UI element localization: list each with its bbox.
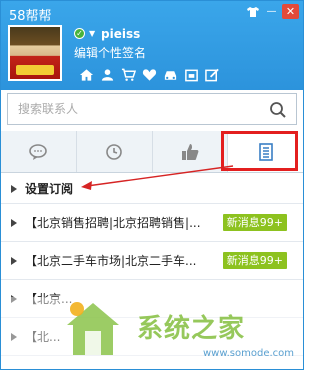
list-item[interactable]: 【北京二手车市场|北京二手车... 新消息99+ <box>1 242 303 280</box>
search-input[interactable] <box>18 99 258 119</box>
expand-caret-icon[interactable] <box>11 256 17 265</box>
home-icon[interactable] <box>77 67 95 83</box>
username: pieiss <box>101 27 141 41</box>
window-controls: — ✕ <box>244 4 299 19</box>
thumbs-up-icon <box>181 143 199 160</box>
watermark-text: 系统之家 <box>137 314 246 344</box>
car-icon[interactable] <box>161 67 179 83</box>
tab-favorites[interactable] <box>153 131 229 172</box>
list-item-label: 【北京销售招聘|北京招聘销售|... <box>25 216 201 230</box>
list-item-label: 设置订阅 <box>25 182 74 196</box>
search-box <box>7 93 297 125</box>
heart-icon[interactable] <box>140 67 158 83</box>
status-dropdown-icon[interactable]: ▼ <box>89 29 95 38</box>
skin-shirt-icon[interactable] <box>244 4 261 19</box>
search-icon[interactable] <box>269 101 287 119</box>
new-message-badge: 新消息99+ <box>222 214 287 231</box>
new-message-badge: 新消息99+ <box>222 252 287 269</box>
tab-subscriptions[interactable] <box>228 131 303 172</box>
tab-chats[interactable] <box>1 131 77 172</box>
close-icon[interactable]: ✕ <box>282 4 299 19</box>
clock-icon <box>106 143 122 160</box>
online-status-icon[interactable]: ✓ <box>74 28 85 39</box>
tab-recent[interactable] <box>77 131 153 172</box>
header-bar: 58帮帮 — ✕ ✓ ▼ pieiss 编辑个性签名 <box>1 1 303 90</box>
edit-icon[interactable] <box>203 67 221 83</box>
cart-icon[interactable] <box>119 67 137 83</box>
watermark-url: www.somode.com <box>203 348 295 359</box>
watermark-house-logo-icon <box>67 302 119 355</box>
calendar-icon[interactable] <box>182 67 200 83</box>
window-title: 58帮帮 <box>9 9 52 24</box>
list-item[interactable]: 设置订阅 <box>1 174 303 204</box>
expand-caret-icon[interactable] <box>11 218 17 227</box>
signature-editor[interactable]: 编辑个性签名 <box>74 44 146 61</box>
chat-bubble-icon <box>29 143 48 160</box>
avatar-badge <box>16 65 54 75</box>
list-document-icon <box>258 142 273 161</box>
list-item-label: 【北京二手车市场|北京二手车... <box>25 254 197 268</box>
expand-caret-icon[interactable] <box>11 184 17 193</box>
service-toolbar <box>77 67 221 83</box>
avatar[interactable] <box>8 25 62 81</box>
list-item[interactable]: 【北京销售招聘|北京招聘销售|... 新消息99+ <box>1 204 303 242</box>
user-icon[interactable] <box>98 67 116 83</box>
minimize-icon[interactable]: — <box>263 4 280 19</box>
app-window: 58帮帮 — ✕ ✓ ▼ pieiss 编辑个性签名 搜索联系人 设置订阅 【北… <box>0 0 304 370</box>
tab-bar <box>1 131 303 173</box>
